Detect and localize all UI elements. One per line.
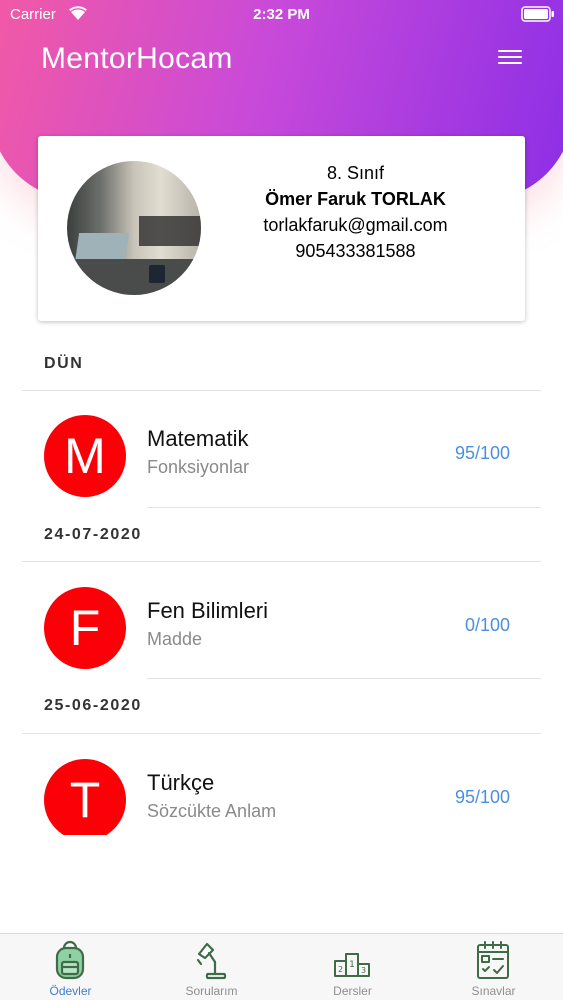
section-date-header: DÜN — [44, 355, 84, 372]
tab-odevler[interactable]: Ödevler — [0, 934, 141, 1000]
svg-text:1: 1 — [349, 960, 355, 970]
topic-subtitle: Fonksiyonlar — [147, 457, 250, 477]
score-label: 95/100 — [454, 787, 510, 807]
divider — [147, 507, 541, 508]
profile-card: 8. Sınıf Ömer Faruk TORLAK torlakfaruk@g… — [38, 136, 525, 321]
profile-phone: 905433381588 — [295, 241, 416, 261]
subject-initial-avatar: T — [44, 759, 126, 835]
section-date-header: 25-06-2020 — [44, 697, 142, 714]
divider — [22, 390, 541, 391]
profile-info: 8. Sınıf Ömer Faruk TORLAK torlakfaruk@g… — [223, 160, 488, 264]
clock: 2:32 PM — [253, 6, 310, 23]
svg-text:2: 2 — [338, 965, 343, 974]
profile-email: torlakfaruk@gmail.com — [263, 215, 448, 235]
tab-label: Sınavlar — [471, 984, 516, 998]
tab-dersler[interactable]: 1 2 3 Dersler — [282, 934, 423, 1000]
list-item[interactable]: M Matematik Fonksiyonlar 95/100 — [0, 415, 563, 531]
subject-initial-avatar: M — [44, 415, 126, 497]
topic-subtitle: Sözcükte Anlam — [147, 801, 277, 821]
bottom-tab-bar: Ödevler Sorularım 1 2 3 Dersler Sınavlar — [0, 933, 563, 1000]
status-bar: Carrier 2:32 PM — [0, 0, 563, 30]
tab-sorularim[interactable]: Sorularım — [141, 934, 282, 1000]
tab-label: Sorularım — [185, 984, 238, 998]
desk-lamp-icon — [196, 942, 227, 980]
score-label: 95/100 — [454, 443, 510, 463]
podium-icon: 1 2 3 — [334, 953, 370, 977]
list-item[interactable]: F Fen Bilimleri Madde 0/100 — [0, 587, 563, 703]
subject-initial-avatar: F — [44, 587, 126, 669]
subject-title: Matematik — [147, 426, 249, 451]
divider — [22, 561, 541, 562]
checklist-calendar-icon — [477, 941, 509, 979]
battery-icon — [521, 6, 554, 22]
profile-name: Ömer Faruk TORLAK — [265, 189, 446, 209]
tab-label: Dersler — [333, 984, 372, 998]
app-title: MentorHocam — [41, 42, 233, 75]
subject-title: Türkçe — [147, 770, 215, 795]
svg-text:3: 3 — [361, 966, 366, 975]
hamburger-menu-icon[interactable] — [498, 50, 522, 68]
profile-grade: 8. Sınıf — [326, 163, 385, 183]
divider — [22, 733, 541, 734]
subject-title: Fen Bilimleri — [147, 598, 269, 623]
tab-label: Ödevler — [49, 984, 92, 998]
score-label: 0/100 — [464, 615, 510, 635]
tab-sinavlar[interactable]: Sınavlar — [423, 934, 563, 1000]
backpack-icon — [55, 940, 85, 980]
topic-subtitle: Madde — [147, 629, 203, 649]
list-item[interactable]: T Türkçe Sözcükte Anlam 95/100 — [0, 759, 563, 835]
divider — [147, 678, 541, 679]
profile-avatar[interactable] — [67, 161, 201, 295]
section-date-header: 24-07-2020 — [44, 526, 142, 543]
